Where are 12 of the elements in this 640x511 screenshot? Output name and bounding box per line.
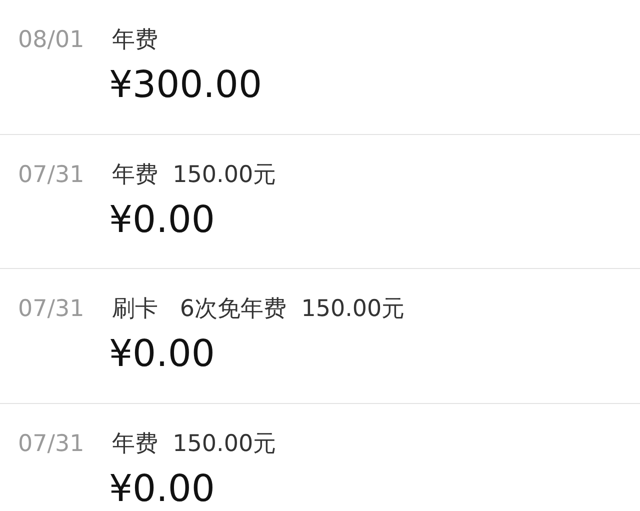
- transaction-amount: ¥300.00: [109, 62, 262, 108]
- transaction-amount: ¥0.00: [109, 196, 215, 242]
- transaction-description: 年费 150.00元: [112, 430, 276, 458]
- transaction-description: 年费 150.00元: [112, 160, 276, 190]
- transaction-date: 07/31: [18, 430, 86, 458]
- transaction-description: 刷卡 6次免年费 150.00元: [112, 295, 405, 324]
- transaction-description: 年费: [112, 26, 158, 55]
- transaction-amount: ¥0.00: [109, 331, 215, 377]
- transaction-date: 08/01: [18, 26, 86, 55]
- transaction-date: 07/31: [18, 295, 86, 324]
- transaction-date: 07/31: [18, 160, 86, 190]
- transaction-amount: ¥0.00: [109, 466, 215, 511]
